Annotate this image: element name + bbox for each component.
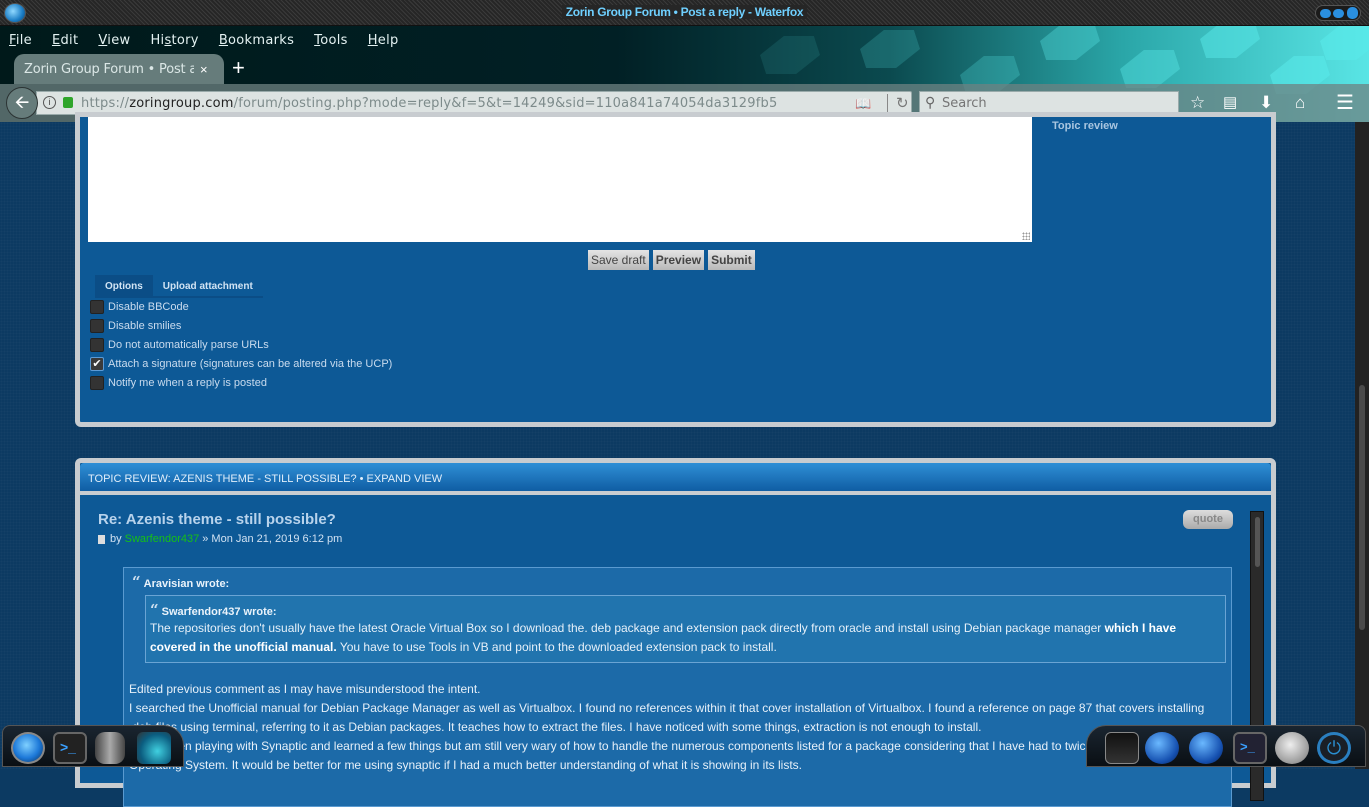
resize-grip[interactable] <box>1022 232 1030 240</box>
home-icon[interactable]: ⌂ <box>1295 93 1305 113</box>
back-button[interactable]: 🡨 <box>6 87 38 119</box>
new-tab-button[interactable]: + <box>232 56 245 80</box>
close-window-button[interactable] <box>1347 7 1358 19</box>
checkbox[interactable] <box>90 299 104 314</box>
submit-button[interactable]: Submit <box>708 250 755 270</box>
menu-tools[interactable]: Tools <box>314 33 348 48</box>
window-titlebar: Zorin Group Forum • Post a reply - Water… <box>0 0 1369 26</box>
info-icon[interactable]: i <box>43 96 56 109</box>
browser-chrome: File Edit View History Bookmarks Tools H… <box>0 26 1369 122</box>
quote-mark-icon: “ <box>150 601 159 619</box>
options-list: Disable BBCode Disable smilies Do not au… <box>90 297 392 392</box>
bookmark-star-icon[interactable]: ☆ <box>1190 93 1205 113</box>
power-icon[interactable]: ⏻ <box>1317 732 1351 764</box>
search-icon: ⚲ <box>925 94 936 110</box>
download-icon[interactable]: ⬇ <box>1259 93 1273 113</box>
menu-bar: File Edit View History Bookmarks Tools H… <box>0 26 419 54</box>
quote-button[interactable]: quote <box>1183 510 1233 529</box>
topic-review-header: TOPIC REVIEW: AZENIS THEME - STILL POSSI… <box>80 463 1271 495</box>
url-text[interactable]: https://zoringroup.com/forum/posting.php… <box>81 96 851 111</box>
message-textarea[interactable] <box>88 117 1032 242</box>
terminal-icon[interactable]: >_ <box>53 732 87 764</box>
maximize-button[interactable] <box>1333 9 1344 18</box>
window-controls <box>1315 5 1361 21</box>
minimize-button[interactable] <box>1320 9 1331 18</box>
menu-help[interactable]: Help <box>368 33 399 48</box>
checkbox[interactable] <box>90 337 104 352</box>
page-content: Topic review Save draft Preview Submit O… <box>0 112 1355 807</box>
network-icon[interactable] <box>137 732 171 764</box>
editor-buttons: Save draft Preview Submit <box>588 250 755 270</box>
editor-tabs: Options Upload attachment <box>95 275 263 298</box>
menu-history[interactable]: History <box>150 33 198 48</box>
tab-options[interactable]: Options <box>95 275 153 298</box>
option-notify-reply: Notify me when a reply is posted <box>90 373 392 392</box>
post-icon <box>98 534 105 544</box>
quote-mark-icon: “ <box>132 573 141 591</box>
tab-strip: Zorin Group Forum • Post a reply × + <box>0 54 1369 84</box>
search-input[interactable] <box>942 94 1172 112</box>
quote-cite: “Swarfendor437 wrote: <box>150 601 277 619</box>
moon-icon[interactable] <box>1275 732 1309 764</box>
preview-button[interactable]: Preview <box>652 250 705 270</box>
reader-view-icon[interactable]: 📖 <box>855 96 871 112</box>
topic-review-label[interactable]: Topic review <box>1052 120 1118 132</box>
storage-icon[interactable] <box>95 732 125 764</box>
blockquote-inner: “Swarfendor437 wrote: The repositories d… <box>145 595 1226 663</box>
option-disable-bbcode: Disable BBCode <box>90 297 392 316</box>
menu-icon[interactable]: ☰ <box>1336 90 1354 115</box>
scroll-thumb[interactable] <box>1359 385 1365 630</box>
tab-zorin-forum[interactable]: Zorin Group Forum • Post a reply × <box>14 54 224 84</box>
post-body: Edited previous comment as I may have mi… <box>129 682 1205 772</box>
tab-upload-attachment[interactable]: Upload attachment <box>152 275 263 298</box>
back-icon: 🡨 <box>14 92 30 112</box>
terminal-icon[interactable]: >_ <box>1233 732 1267 764</box>
lock-icon[interactable] <box>63 97 73 108</box>
post-meta: by Swarfendor437 » Mon Jan 21, 2019 6:12… <box>98 533 342 545</box>
topic-review-title[interactable]: TOPIC REVIEW: AZENIS THEME - STILL POSSI… <box>88 473 442 485</box>
camera-icon[interactable] <box>1105 732 1139 764</box>
scroll-thumb[interactable] <box>1255 517 1260 567</box>
option-attach-signature: ✔ Attach a signature (signatures can be a… <box>90 354 392 373</box>
quote-cite: “Aravisian wrote: <box>132 573 230 591</box>
post-editor-panel: Topic review Save draft Preview Submit O… <box>75 112 1276 427</box>
tab-label: Zorin Group Forum • Post a reply <box>24 61 194 77</box>
dock-left: >_ <box>2 725 184 767</box>
close-tab-icon[interactable]: × <box>200 62 208 77</box>
internet-explorer-icon[interactable] <box>1189 732 1223 764</box>
clipboard-icon[interactable]: ▤ <box>1223 93 1237 111</box>
internet-explorer-icon[interactable] <box>1145 732 1179 764</box>
option-no-parse-urls: Do not automatically parse URLs <box>90 335 392 354</box>
checkbox[interactable] <box>90 318 104 333</box>
web-browser-icon[interactable] <box>11 732 45 764</box>
post-author[interactable]: Swarfendor437 <box>125 533 200 545</box>
post-title[interactable]: Re: Azenis theme - still possible? <box>98 511 336 528</box>
menu-view[interactable]: View <box>98 33 130 48</box>
post-date: » Mon Jan 21, 2019 6:12 pm <box>202 533 343 545</box>
page-scrollbar[interactable] <box>1355 122 1369 769</box>
save-draft-button[interactable]: Save draft <box>588 250 649 270</box>
blockquote-outer: “Aravisian wrote: “Swarfendor437 wrote: … <box>123 567 1232 807</box>
checkbox-checked[interactable]: ✔ <box>90 356 104 371</box>
window-title: Zorin Group Forum • Post a reply - Water… <box>561 5 808 19</box>
option-disable-smilies: Disable smilies <box>90 316 392 335</box>
checkbox[interactable] <box>90 375 104 390</box>
quote-text: The repositories don't usually have the … <box>150 621 1176 654</box>
dock-right: >_ ⏻ <box>1086 725 1366 767</box>
menu-bookmarks[interactable]: Bookmarks <box>219 33 294 48</box>
menu-edit[interactable]: Edit <box>52 33 78 48</box>
menu-file[interactable]: File <box>9 33 32 48</box>
reload-icon[interactable]: ↻ <box>887 94 909 112</box>
